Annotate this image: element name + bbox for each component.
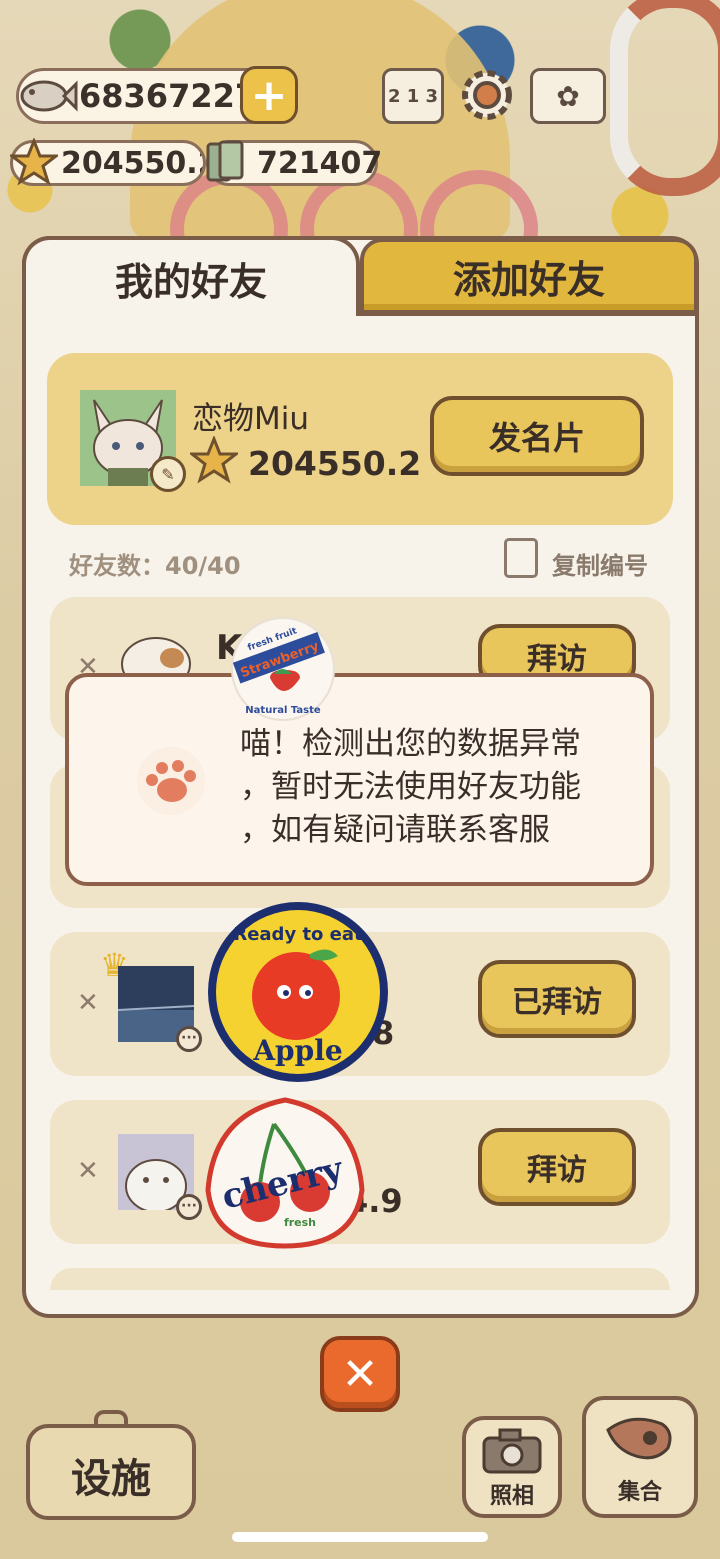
leaderboard-icon[interactable]: 2 1 3: [382, 68, 444, 124]
paw-icon: [137, 747, 205, 815]
camera-icon: [482, 1428, 542, 1474]
friend-avatar: [121, 637, 191, 674]
friend-card: [50, 1268, 670, 1290]
edit-profile-icon[interactable]: ✎: [150, 456, 186, 492]
fish-icon: [20, 80, 78, 112]
sticker-text: Apple: [252, 1034, 342, 1067]
copy-id-button[interactable]: 复制编号: [552, 546, 648, 581]
cherry-sticker: cherry fresh: [205, 1097, 365, 1249]
whistle-icon: [606, 1417, 672, 1460]
tab-add-friend[interactable]: 添加好友: [360, 238, 698, 314]
visited-label: 已拜访: [512, 985, 602, 1020]
star-count: 204550.2: [61, 145, 206, 181]
gather-label: 集合: [617, 1480, 662, 1505]
profile-name: 恋物Miu: [192, 401, 310, 437]
send-card-label: 发名片: [488, 419, 585, 457]
visited-button[interactable]: 已拜访: [478, 960, 636, 1038]
send-card-button[interactable]: 发名片: [430, 396, 644, 476]
tab-add-friend-label: 添加好友: [452, 257, 605, 302]
close-icon: ✕: [341, 1348, 379, 1400]
visit-label: 拜访: [527, 1153, 587, 1188]
tab-my-friends-label: 我的好友: [114, 259, 267, 304]
close-button[interactable]: ✕: [320, 1336, 400, 1412]
strawberry-sticker: Strawberry fresh fruit Natural Taste: [231, 617, 335, 721]
apple-sticker: Ready to eat Apple: [208, 902, 388, 1082]
copy-icon[interactable]: [504, 538, 538, 578]
cards-icon: [206, 140, 244, 182]
star-icon: [190, 436, 238, 484]
card-count: 721407: [257, 145, 383, 181]
visit-button[interactable]: 拜访: [478, 1128, 636, 1206]
gear-icon[interactable]: [456, 64, 518, 126]
sticker-text: Natural Taste: [245, 705, 321, 716]
visit-label: 拜访: [527, 642, 587, 677]
sticker-text: Ready to eat: [233, 924, 363, 945]
fish-count: 68367227: [79, 77, 258, 115]
star-icon: [10, 138, 58, 186]
home-indicator[interactable]: [232, 1532, 488, 1542]
add-currency-button[interactable]: +: [240, 66, 298, 124]
clipboard-icon: [94, 1410, 128, 1428]
photo-label: 照相: [489, 1484, 534, 1509]
more-options-icon[interactable]: ···: [176, 1026, 202, 1052]
remove-friend-icon[interactable]: ✕: [77, 1156, 99, 1186]
tab-my-friends[interactable]: 我的好友: [22, 236, 360, 316]
sticker-text: fresh: [284, 1216, 316, 1229]
friend-count: 好友数：40/40: [69, 552, 241, 580]
toast-line: 喵！检测出您的数据异常: [240, 726, 581, 762]
facility-label: 设施: [71, 1456, 151, 1502]
remove-friend-icon[interactable]: ✕: [77, 988, 99, 1018]
more-options-icon[interactable]: ···: [176, 1194, 202, 1220]
toast-line: ，如有疑问请联系客服: [240, 812, 550, 848]
book-icon[interactable]: ✿: [530, 68, 606, 124]
toast-line: ，暂时无法使用好友功能: [240, 769, 581, 805]
profile-score: 204550.2: [248, 444, 422, 483]
